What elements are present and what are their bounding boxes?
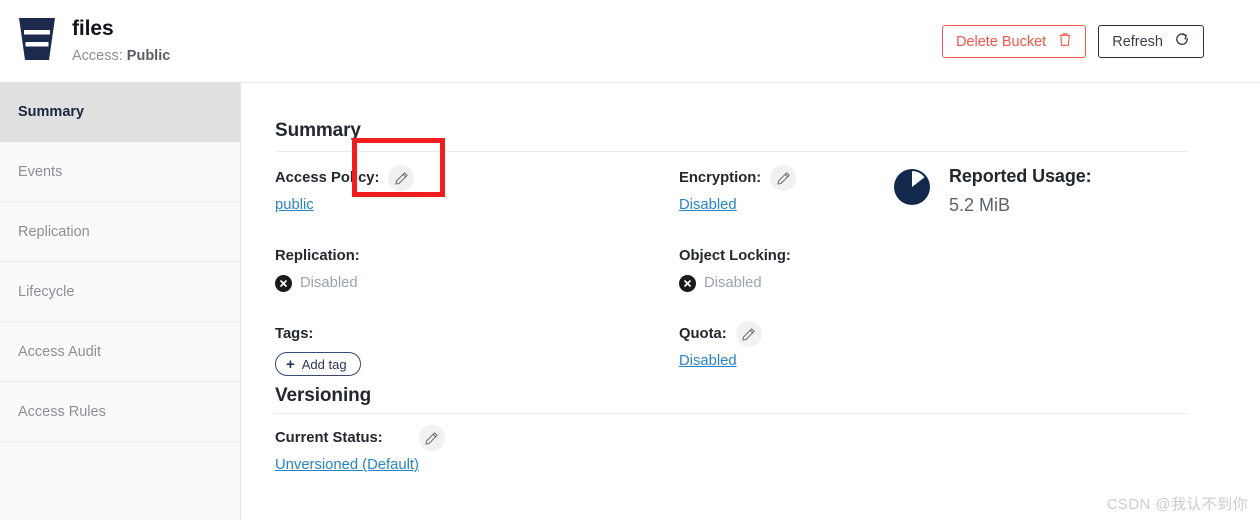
refresh-icon <box>1175 32 1190 52</box>
quota-label: Quota: <box>679 326 727 342</box>
tags-label: Tags: <box>275 326 314 342</box>
sidebar-item-label: Access Rules <box>18 403 106 420</box>
bucket-identity: files Access: Public <box>16 14 170 66</box>
page-title: files <box>72 17 114 40</box>
add-tag-label: Add tag <box>301 356 347 372</box>
trash-icon <box>1058 32 1072 51</box>
sidebar: Summary Events Replication Lifecycle Acc… <box>0 82 241 520</box>
summary-divider <box>275 151 1188 152</box>
replication-label-row: Replication: <box>275 245 360 267</box>
sidebar-item-label: Replication <box>18 223 90 240</box>
bucket-title-block: files Access: Public <box>72 14 170 66</box>
versioning-divider <box>275 413 1188 414</box>
x-circle-icon <box>275 274 292 292</box>
replication-label: Replication: <box>275 248 360 264</box>
object-locking-label-row: Object Locking: <box>679 245 791 267</box>
current-status-value[interactable]: Unversioned (Default) <box>275 457 419 473</box>
access-policy-value-row: public <box>275 195 414 215</box>
quota-value-row: Disabled <box>679 351 762 371</box>
sidebar-item-label: Events <box>18 163 63 180</box>
versioning-heading: Versioning <box>275 385 372 406</box>
current-status-edit-icon[interactable] <box>418 425 445 451</box>
usage-text-block: Reported Usage: 5.2 MiB <box>949 165 1092 217</box>
refresh-button[interactable]: Refresh <box>1098 25 1204 58</box>
field-current-status: Current Status: Unversioned (Default) <box>275 425 445 475</box>
access-label: Access: <box>72 48 123 64</box>
current-status-value-row: Unversioned (Default) <box>275 455 445 475</box>
summary-heading: Summary <box>275 120 361 141</box>
reported-usage-value: 5.2 MiB <box>949 195 1011 215</box>
plus-icon: + <box>286 355 295 373</box>
sidebar-item-events[interactable]: Events <box>0 142 240 202</box>
bucket-icon <box>16 16 58 62</box>
page-body: Summary Events Replication Lifecycle Acc… <box>0 82 1260 520</box>
reported-usage-block: Reported Usage: 5.2 MiB <box>893 165 1092 217</box>
field-tags: Tags: + Add tag <box>275 323 361 376</box>
encryption-edit-icon[interactable] <box>770 165 797 191</box>
refresh-label: Refresh <box>1112 33 1163 50</box>
quota-edit-icon[interactable] <box>735 321 762 347</box>
pie-chart-icon <box>893 168 931 206</box>
access-value: Public <box>126 48 171 64</box>
delete-bucket-label: Delete Bucket <box>955 33 1047 50</box>
encryption-value[interactable]: Disabled <box>679 197 737 213</box>
page-header: files Access: Public Delete Bucket Refre… <box>0 0 1260 82</box>
field-quota: Quota: Disabled <box>679 321 762 371</box>
replication-value: Disabled <box>300 275 358 291</box>
delete-bucket-button[interactable]: Delete Bucket <box>941 25 1087 58</box>
x-circle-icon <box>679 274 696 292</box>
current-status-label: Current Status: <box>275 430 383 446</box>
access-policy-label-row: Access Policy: <box>275 165 415 191</box>
tags-label-row: Tags: <box>275 323 361 345</box>
add-tag-button[interactable]: + Add tag <box>275 352 361 376</box>
sidebar-item-replication[interactable]: Replication <box>0 202 240 262</box>
sidebar-item-access-audit[interactable]: Access Audit <box>0 322 240 382</box>
sidebar-item-lifecycle[interactable]: Lifecycle <box>0 262 240 322</box>
access-policy-value[interactable]: public <box>275 197 314 213</box>
sidebar-item-label: Summary <box>18 103 85 120</box>
field-encryption: Encryption: Disabled <box>679 165 797 215</box>
field-replication: Replication: Disabled <box>275 245 360 294</box>
bucket-access-line: Access: Public <box>72 46 170 66</box>
object-locking-value: Disabled <box>704 275 762 291</box>
sidebar-item-access-rules[interactable]: Access Rules <box>0 382 240 442</box>
access-policy-edit-icon[interactable] <box>388 165 415 191</box>
header-actions: Delete Bucket Refresh <box>941 25 1204 58</box>
sidebar-item-label: Access Audit <box>18 343 102 360</box>
summary-panel: Summary Access Policy: public Replicatio… <box>241 82 1260 520</box>
current-status-label-row: Current Status: <box>275 425 445 451</box>
replication-value-row: Disabled <box>275 273 358 293</box>
quota-label-row: Quota: <box>679 321 762 347</box>
encryption-label: Encryption: <box>679 170 762 186</box>
sidebar-item-label: Lifecycle <box>18 283 75 300</box>
field-object-locking: Object Locking: Disabled <box>679 245 791 294</box>
field-access-policy: Access Policy: public <box>275 165 415 215</box>
encryption-label-row: Encryption: <box>679 165 797 191</box>
bucket-detail-page: files Access: Public Delete Bucket Refre… <box>0 0 1260 520</box>
object-locking-label: Object Locking: <box>679 248 791 264</box>
encryption-value-row: Disabled <box>679 195 796 215</box>
access-policy-label: Access Policy: <box>275 170 380 186</box>
watermark: CSDN @我认不到你 <box>1106 496 1248 513</box>
sidebar-item-summary[interactable]: Summary <box>0 82 240 142</box>
quota-value[interactable]: Disabled <box>679 353 737 369</box>
object-locking-value-row: Disabled <box>679 273 762 293</box>
reported-usage-label: Reported Usage: <box>949 166 1092 186</box>
